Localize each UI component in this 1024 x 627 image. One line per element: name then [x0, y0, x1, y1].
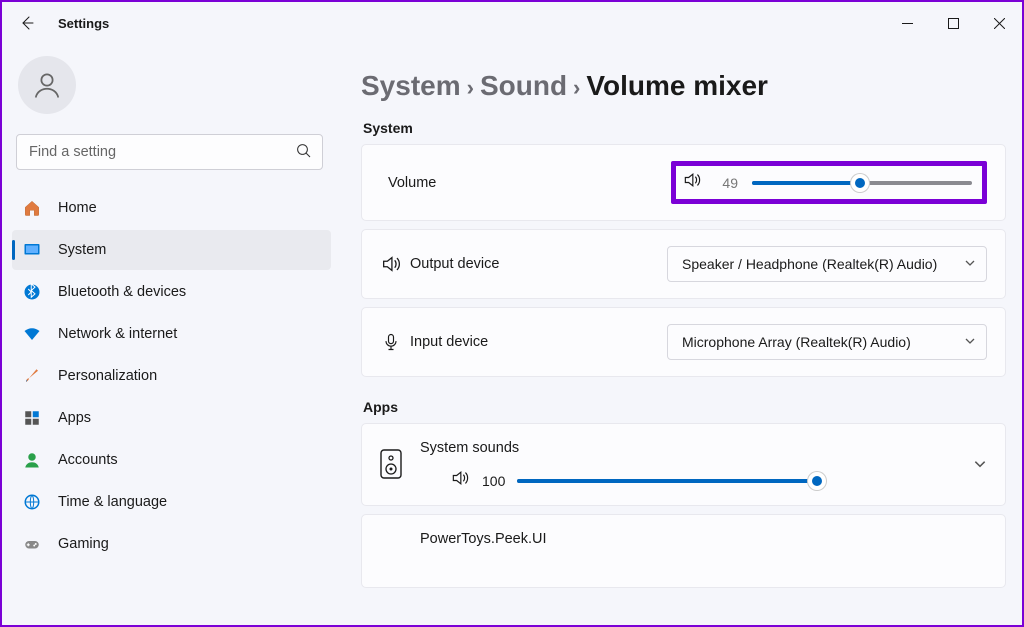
volume-card: Volume 49 [361, 144, 1006, 221]
nav-item-home[interactable]: Home [12, 188, 331, 228]
sidebar: Home System Bluetooth & devices Network … [2, 44, 337, 625]
search-input[interactable] [16, 134, 323, 170]
system-icon [22, 240, 42, 260]
volume-value: 49 [716, 175, 738, 191]
account-icon [22, 450, 42, 470]
input-device-card: Input device Microphone Array (Realtek(R… [361, 307, 1006, 377]
volume-label: Volume [388, 175, 436, 191]
nav-label: Accounts [58, 452, 118, 468]
close-button[interactable] [976, 7, 1022, 39]
nav-item-system[interactable]: System [12, 230, 331, 270]
window-controls [884, 7, 1022, 39]
output-device-label: Output device [410, 256, 499, 272]
input-device-dropdown[interactable]: Microphone Array (Realtek(R) Audio) [667, 324, 987, 360]
output-device-dropdown[interactable]: Speaker / Headphone (Realtek(R) Audio) [667, 246, 987, 282]
nav-label: Network & internet [58, 326, 177, 342]
minimize-icon [902, 18, 913, 29]
close-icon [994, 18, 1005, 29]
wifi-icon [22, 324, 42, 344]
person-icon [32, 70, 62, 100]
search-box [16, 134, 323, 170]
nav-list: Home System Bluetooth & devices Network … [12, 188, 331, 564]
chevron-down-icon [964, 334, 976, 350]
breadcrumb-sound[interactable]: Sound [480, 70, 567, 102]
search-icon [295, 142, 313, 165]
app-volume-slider[interactable] [517, 479, 817, 483]
nav-label: Apps [58, 410, 91, 426]
body: Home System Bluetooth & devices Network … [2, 44, 1022, 625]
app-body: System sounds 100 [420, 440, 955, 493]
nav-item-personalization[interactable]: Personalization [12, 356, 331, 396]
app-card-system-sounds: System sounds 100 [361, 423, 1006, 506]
nav-label: Home [58, 200, 97, 216]
gamepad-icon [22, 534, 42, 554]
main-content: System › Sound › Volume mixer System Vol… [337, 44, 1022, 625]
output-device-card: Output device Speaker / Headphone (Realt… [361, 229, 1006, 299]
app-row: PowerToys.Peek.UI [380, 531, 987, 547]
volume-slider[interactable] [752, 181, 972, 185]
output-device-selected: Speaker / Headphone (Realtek(R) Audio) [682, 256, 937, 272]
section-heading-system: System [363, 120, 1006, 136]
nav-item-gaming[interactable]: Gaming [12, 524, 331, 564]
home-icon [22, 198, 42, 218]
microphone-icon [380, 332, 402, 352]
nav-label: Gaming [58, 536, 109, 552]
apps-icon [22, 408, 42, 428]
breadcrumb: System › Sound › Volume mixer [361, 70, 1006, 102]
chevron-down-icon [964, 256, 976, 272]
nav-item-network[interactable]: Network & internet [12, 314, 331, 354]
app-name: System sounds [420, 440, 955, 456]
input-device-label: Input device [410, 334, 488, 350]
nav-label: System [58, 242, 106, 258]
nav-item-apps[interactable]: Apps [12, 398, 331, 438]
chevron-right-icon: › [467, 75, 474, 101]
maximize-button[interactable] [930, 7, 976, 39]
nav-item-accounts[interactable]: Accounts [12, 440, 331, 480]
chevron-down-icon [973, 457, 987, 471]
bluetooth-icon [22, 282, 42, 302]
speaker-output-icon [380, 253, 402, 275]
user-avatar[interactable] [18, 56, 76, 114]
titlebar: Settings [2, 2, 1022, 44]
back-button[interactable] [16, 12, 38, 34]
app-body: PowerToys.Peek.UI [420, 531, 987, 547]
input-device-selected: Microphone Array (Realtek(R) Audio) [682, 334, 911, 350]
minimize-button[interactable] [884, 7, 930, 39]
volume-slider-highlight: 49 [671, 161, 987, 204]
nav-label: Personalization [58, 368, 157, 384]
speaker-icon[interactable] [682, 170, 702, 195]
nav-item-bluetooth[interactable]: Bluetooth & devices [12, 272, 331, 312]
app-volume-value: 100 [482, 473, 505, 489]
speaker-device-icon [380, 449, 402, 484]
chevron-right-icon: › [573, 75, 580, 101]
titlebar-left: Settings [16, 12, 109, 34]
breadcrumb-current: Volume mixer [586, 70, 768, 102]
section-heading-apps: Apps [363, 399, 1006, 415]
settings-window: Settings Home [0, 0, 1024, 627]
expand-button[interactable] [973, 457, 987, 476]
globe-icon [22, 492, 42, 512]
back-arrow-icon [19, 15, 35, 31]
paintbrush-icon [22, 366, 42, 386]
nav-label: Time & language [58, 494, 167, 510]
breadcrumb-system[interactable]: System [361, 70, 461, 102]
app-name: PowerToys.Peek.UI [420, 531, 987, 547]
app-row: System sounds 100 [380, 440, 987, 493]
speaker-icon[interactable] [450, 468, 470, 493]
nav-label: Bluetooth & devices [58, 284, 186, 300]
maximize-icon [948, 18, 959, 29]
app-card-powertoys: PowerToys.Peek.UI [361, 514, 1006, 588]
app-title: Settings [58, 16, 109, 31]
app-volume-row: 100 [450, 468, 955, 493]
nav-item-time-language[interactable]: Time & language [12, 482, 331, 522]
